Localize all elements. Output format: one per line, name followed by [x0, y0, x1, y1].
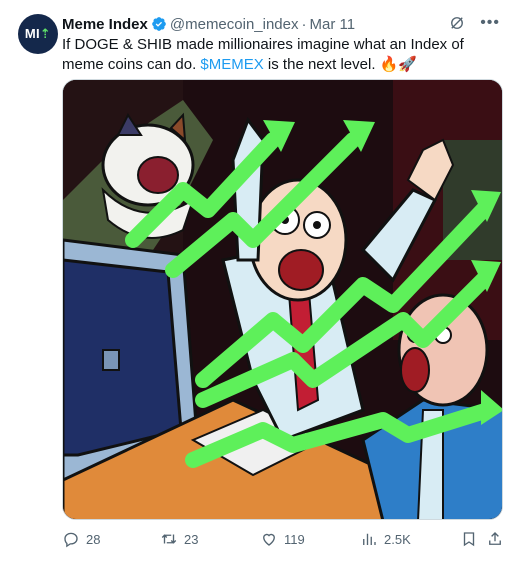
tweet-media-image[interactable]: [62, 79, 503, 520]
reply-count: 28: [86, 531, 101, 547]
like-button[interactable]: 119: [260, 530, 305, 548]
tweet[interactable]: MI⇡ Meme Index @memecoin_index · Mar 11 …: [0, 0, 516, 563]
meme-illustration-image: [63, 80, 502, 519]
verified-badge-icon: [152, 17, 166, 31]
tweet-text-end: is the next level. 🔥🚀: [263, 56, 418, 73]
reply-icon: [64, 532, 78, 548]
share-icon: [489, 532, 501, 545]
tweet-text: If DOGE & SHIB made millionaires imagine…: [62, 35, 502, 75]
repost-button[interactable]: 23: [160, 530, 198, 548]
repost-count: 23: [184, 531, 199, 547]
share-button[interactable]: [486, 530, 504, 548]
tweet-header: Meme Index @memecoin_index · Mar 11 •••: [62, 14, 506, 34]
reply-button[interactable]: 28: [62, 530, 100, 548]
tweet-timestamp[interactable]: Mar 11: [310, 16, 356, 33]
author-handle[interactable]: @memecoin_index: [170, 16, 299, 33]
header-actions: •••: [448, 14, 500, 32]
bookmark-button[interactable]: [460, 530, 478, 548]
views-count: 2.5K: [384, 531, 411, 547]
more-options-icon[interactable]: •••: [480, 15, 500, 31]
views-button[interactable]: 2.5K: [360, 530, 411, 548]
like-count: 119: [284, 531, 305, 547]
separator-dot: ·: [301, 15, 307, 33]
grok-icon[interactable]: [448, 14, 466, 32]
bookmark-icon: [463, 532, 475, 547]
tweet-actions: 28 23 119 2.5K: [62, 528, 503, 550]
author-name[interactable]: Meme Index: [62, 16, 148, 33]
repost-icon: [161, 534, 177, 544]
avatar-logo: MI⇡: [24, 26, 52, 41]
analytics-icon: [363, 533, 376, 545]
heart-icon: [263, 533, 275, 546]
cashtag-link[interactable]: $MEMEX: [200, 56, 263, 73]
avatar[interactable]: MI⇡: [18, 14, 58, 54]
